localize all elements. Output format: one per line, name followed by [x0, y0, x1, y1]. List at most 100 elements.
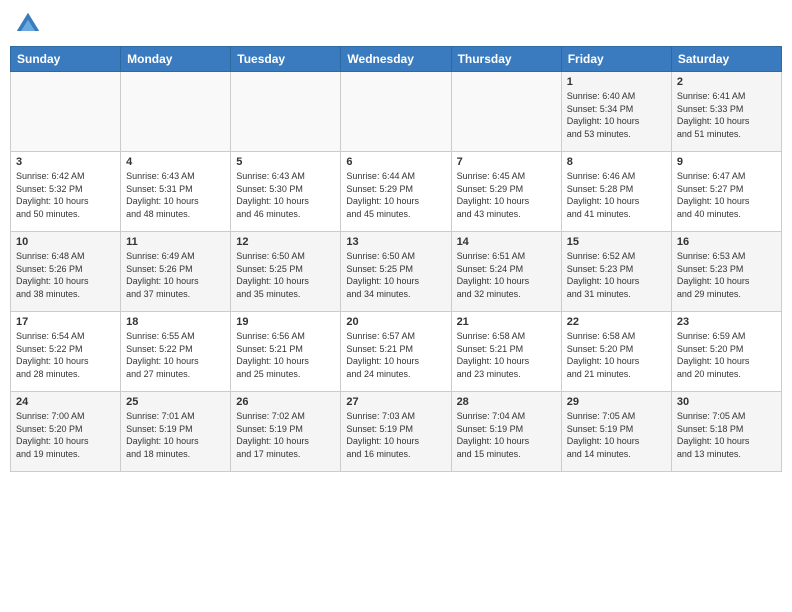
- day-number: 27: [346, 396, 445, 408]
- week-row-3: 10 Sunrise: 6:48 AM Sunset: 5:26 PM Dayli…: [11, 232, 782, 312]
- day-number: 23: [677, 316, 776, 328]
- day-cell: 3 Sunrise: 6:42 AM Sunset: 5:32 PM Daylig…: [11, 152, 121, 232]
- day-number: 24: [16, 396, 115, 408]
- day-info: Sunrise: 6:55 AM Sunset: 5:22 PM Dayligh…: [126, 330, 225, 380]
- day-number: 26: [236, 396, 335, 408]
- day-cell: 4 Sunrise: 6:43 AM Sunset: 5:31 PM Daylig…: [121, 152, 231, 232]
- day-cell: 20 Sunrise: 6:57 AM Sunset: 5:21 PM Dayli…: [341, 312, 451, 392]
- day-cell: 16 Sunrise: 6:53 AM Sunset: 5:23 PM Dayli…: [671, 232, 781, 312]
- day-number: 10: [16, 236, 115, 248]
- day-info: Sunrise: 6:41 AM Sunset: 5:33 PM Dayligh…: [677, 90, 776, 140]
- day-info: Sunrise: 6:43 AM Sunset: 5:31 PM Dayligh…: [126, 170, 225, 220]
- weekday-header-row: SundayMondayTuesdayWednesdayThursdayFrid…: [11, 47, 782, 72]
- day-info: Sunrise: 6:56 AM Sunset: 5:21 PM Dayligh…: [236, 330, 335, 380]
- day-number: 6: [346, 156, 445, 168]
- day-number: 17: [16, 316, 115, 328]
- day-number: 12: [236, 236, 335, 248]
- day-info: Sunrise: 7:05 AM Sunset: 5:19 PM Dayligh…: [567, 410, 666, 460]
- day-cell: 7Sunrise: 6:45 AM Sunset: 5:29 PM Daylig…: [451, 152, 561, 232]
- logo: [14, 10, 46, 38]
- day-info: Sunrise: 6:50 AM Sunset: 5:25 PM Dayligh…: [346, 250, 445, 300]
- day-info: Sunrise: 6:46 AM Sunset: 5:28 PM Dayligh…: [567, 170, 666, 220]
- day-number: 21: [457, 316, 556, 328]
- day-number: 15: [567, 236, 666, 248]
- day-number: 20: [346, 316, 445, 328]
- day-cell: 18Sunrise: 6:55 AM Sunset: 5:22 PM Dayli…: [121, 312, 231, 392]
- day-number: 19: [236, 316, 335, 328]
- day-cell: 13Sunrise: 6:50 AM Sunset: 5:25 PM Dayli…: [341, 232, 451, 312]
- day-info: Sunrise: 6:43 AM Sunset: 5:30 PM Dayligh…: [236, 170, 335, 220]
- day-number: 28: [457, 396, 556, 408]
- day-info: Sunrise: 7:02 AM Sunset: 5:19 PM Dayligh…: [236, 410, 335, 460]
- weekday-header-monday: Monday: [121, 47, 231, 72]
- day-cell: 1 Sunrise: 6:40 AM Sunset: 5:34 PM Daylig…: [561, 72, 671, 152]
- day-number: 8: [567, 156, 666, 168]
- day-cell: 19 Sunrise: 6:56 AM Sunset: 5:21 PM Dayli…: [231, 312, 341, 392]
- day-cell: [341, 72, 451, 152]
- day-cell: 9 Sunrise: 6:47 AM Sunset: 5:27 PM Daylig…: [671, 152, 781, 232]
- day-number: 3: [16, 156, 115, 168]
- day-cell: 11Sunrise: 6:49 AM Sunset: 5:26 PM Dayli…: [121, 232, 231, 312]
- day-cell: [451, 72, 561, 152]
- day-info: Sunrise: 6:53 AM Sunset: 5:23 PM Dayligh…: [677, 250, 776, 300]
- day-cell: 22 Sunrise: 6:58 AM Sunset: 5:20 PM Dayli…: [561, 312, 671, 392]
- day-info: Sunrise: 6:52 AM Sunset: 5:23 PM Dayligh…: [567, 250, 666, 300]
- day-number: 4: [126, 156, 225, 168]
- day-info: Sunrise: 6:50 AM Sunset: 5:25 PM Dayligh…: [236, 250, 335, 300]
- day-cell: 17 Sunrise: 6:54 AM Sunset: 5:22 PM Dayli…: [11, 312, 121, 392]
- day-cell: 28 Sunrise: 7:04 AM Sunset: 5:19 PM Dayli…: [451, 392, 561, 472]
- day-cell: 6 Sunrise: 6:44 AM Sunset: 5:29 PM Daylig…: [341, 152, 451, 232]
- day-info: Sunrise: 6:48 AM Sunset: 5:26 PM Dayligh…: [16, 250, 115, 300]
- day-info: Sunrise: 6:44 AM Sunset: 5:29 PM Dayligh…: [346, 170, 445, 220]
- day-info: Sunrise: 6:59 AM Sunset: 5:20 PM Dayligh…: [677, 330, 776, 380]
- day-cell: 12 Sunrise: 6:50 AM Sunset: 5:25 PM Dayli…: [231, 232, 341, 312]
- weekday-header-tuesday: Tuesday: [231, 47, 341, 72]
- day-cell: 25Sunrise: 7:01 AM Sunset: 5:19 PM Dayli…: [121, 392, 231, 472]
- weekday-header-wednesday: Wednesday: [341, 47, 451, 72]
- week-row-4: 17 Sunrise: 6:54 AM Sunset: 5:22 PM Dayli…: [11, 312, 782, 392]
- day-number: 16: [677, 236, 776, 248]
- day-number: 5: [236, 156, 335, 168]
- day-cell: [11, 72, 121, 152]
- day-number: 22: [567, 316, 666, 328]
- day-number: 14: [457, 236, 556, 248]
- day-info: Sunrise: 7:05 AM Sunset: 5:18 PM Dayligh…: [677, 410, 776, 460]
- day-cell: 5 Sunrise: 6:43 AM Sunset: 5:30 PM Daylig…: [231, 152, 341, 232]
- day-cell: 21 Sunrise: 6:58 AM Sunset: 5:21 PM Dayli…: [451, 312, 561, 392]
- day-number: 29: [567, 396, 666, 408]
- day-info: Sunrise: 6:58 AM Sunset: 5:21 PM Dayligh…: [457, 330, 556, 380]
- day-info: Sunrise: 6:54 AM Sunset: 5:22 PM Dayligh…: [16, 330, 115, 380]
- day-cell: 26 Sunrise: 7:02 AM Sunset: 5:19 PM Dayli…: [231, 392, 341, 472]
- day-number: 25: [126, 396, 225, 408]
- day-info: Sunrise: 6:51 AM Sunset: 5:24 PM Dayligh…: [457, 250, 556, 300]
- day-info: Sunrise: 7:00 AM Sunset: 5:20 PM Dayligh…: [16, 410, 115, 460]
- day-info: Sunrise: 6:58 AM Sunset: 5:20 PM Dayligh…: [567, 330, 666, 380]
- day-info: Sunrise: 6:57 AM Sunset: 5:21 PM Dayligh…: [346, 330, 445, 380]
- weekday-header-saturday: Saturday: [671, 47, 781, 72]
- day-number: 30: [677, 396, 776, 408]
- week-row-5: 24 Sunrise: 7:00 AM Sunset: 5:20 PM Dayli…: [11, 392, 782, 472]
- day-cell: 24 Sunrise: 7:00 AM Sunset: 5:20 PM Dayli…: [11, 392, 121, 472]
- day-info: Sunrise: 6:47 AM Sunset: 5:27 PM Dayligh…: [677, 170, 776, 220]
- day-info: Sunrise: 6:45 AM Sunset: 5:29 PM Dayligh…: [457, 170, 556, 220]
- day-cell: 10 Sunrise: 6:48 AM Sunset: 5:26 PM Dayli…: [11, 232, 121, 312]
- day-info: Sunrise: 6:42 AM Sunset: 5:32 PM Dayligh…: [16, 170, 115, 220]
- weekday-header-thursday: Thursday: [451, 47, 561, 72]
- calendar-table: SundayMondayTuesdayWednesdayThursdayFrid…: [10, 46, 782, 472]
- day-number: 9: [677, 156, 776, 168]
- week-row-2: 3 Sunrise: 6:42 AM Sunset: 5:32 PM Daylig…: [11, 152, 782, 232]
- day-info: Sunrise: 7:04 AM Sunset: 5:19 PM Dayligh…: [457, 410, 556, 460]
- day-cell: 30 Sunrise: 7:05 AM Sunset: 5:18 PM Dayli…: [671, 392, 781, 472]
- day-number: 2: [677, 76, 776, 88]
- logo-icon: [14, 10, 42, 38]
- day-cell: 27Sunrise: 7:03 AM Sunset: 5:19 PM Dayli…: [341, 392, 451, 472]
- weekday-header-friday: Friday: [561, 47, 671, 72]
- day-cell: 2 Sunrise: 6:41 AM Sunset: 5:33 PM Daylig…: [671, 72, 781, 152]
- page-header: [10, 10, 782, 38]
- day-number: 1: [567, 76, 666, 88]
- day-info: Sunrise: 6:40 AM Sunset: 5:34 PM Dayligh…: [567, 90, 666, 140]
- day-cell: 15 Sunrise: 6:52 AM Sunset: 5:23 PM Dayli…: [561, 232, 671, 312]
- day-info: Sunrise: 6:49 AM Sunset: 5:26 PM Dayligh…: [126, 250, 225, 300]
- week-row-1: 1 Sunrise: 6:40 AM Sunset: 5:34 PM Daylig…: [11, 72, 782, 152]
- day-cell: 14 Sunrise: 6:51 AM Sunset: 5:24 PM Dayli…: [451, 232, 561, 312]
